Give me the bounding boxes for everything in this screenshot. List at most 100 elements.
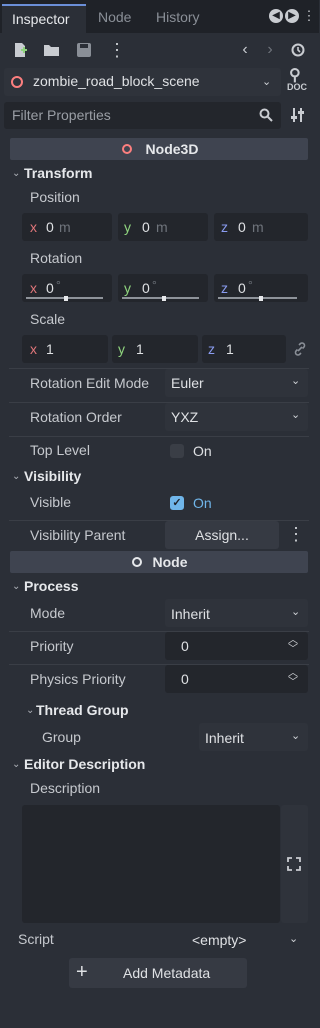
position-z-value: 0 bbox=[238, 219, 246, 235]
chevron-down-icon[interactable]: ⌄ bbox=[262, 75, 271, 88]
expand-icon[interactable] bbox=[287, 857, 301, 871]
axis-z-label: z bbox=[208, 341, 215, 357]
physics-priority-label: Physics Priority bbox=[30, 671, 126, 687]
visible-label: Visible bbox=[30, 494, 71, 510]
script-label: Script bbox=[18, 931, 54, 947]
open-folder-icon[interactable] bbox=[43, 43, 60, 57]
chevron-down-icon[interactable]: ⌄ bbox=[12, 581, 20, 592]
rotation-z-slider[interactable] bbox=[218, 297, 297, 299]
link-icon[interactable] bbox=[292, 341, 308, 357]
rotation-y-slider-knob[interactable] bbox=[162, 296, 166, 301]
axis-x-label: x bbox=[30, 280, 37, 296]
section-editor-description[interactable]: Editor Description bbox=[24, 756, 145, 772]
chevron-down-icon[interactable]: ⌄ bbox=[291, 729, 300, 742]
section-process[interactable]: Process bbox=[24, 578, 78, 594]
scale-z-value: 1 bbox=[226, 341, 234, 357]
thread-group-value: Inherit bbox=[205, 730, 244, 746]
rotation-y-value: 0 bbox=[142, 280, 150, 296]
priority-value: 0 bbox=[181, 638, 189, 654]
rotation-y-unit: ° bbox=[152, 278, 157, 292]
previous-tab-icon[interactable]: ◀ bbox=[269, 9, 283, 23]
axis-y-label: y bbox=[124, 280, 131, 296]
node3d-class-header: Node3D bbox=[10, 138, 308, 160]
next-tab-icon[interactable]: ▶ bbox=[285, 9, 299, 23]
rotation-x-unit: ° bbox=[56, 278, 61, 292]
dock-menu-icon[interactable]: ⋮ bbox=[302, 7, 316, 25]
rotation-x-value: 0 bbox=[46, 280, 54, 296]
row-divider bbox=[9, 436, 309, 437]
forward-icon[interactable]: › bbox=[263, 40, 277, 60]
filter-placeholder: Filter Properties bbox=[12, 107, 111, 123]
rotation-z-slider-knob[interactable] bbox=[259, 296, 263, 301]
visibility-parent-label: Visibility Parent bbox=[30, 527, 126, 543]
top-level-checkbox[interactable] bbox=[170, 444, 184, 458]
more-options-icon[interactable]: ⋮ bbox=[287, 524, 305, 544]
section-transform[interactable]: Transform bbox=[24, 165, 92, 181]
top-level-label: Top Level bbox=[30, 442, 90, 458]
physics-priority-value: 0 bbox=[181, 671, 189, 687]
mode-label: Mode bbox=[30, 605, 66, 621]
axis-z-label: z bbox=[221, 280, 228, 296]
position-y-value: 0 bbox=[142, 219, 150, 235]
position-y-unit: m bbox=[156, 219, 168, 235]
rotation-edit-mode-value: Euler bbox=[171, 375, 204, 391]
visibility-parent-assign-button[interactable]: Assign... bbox=[165, 521, 279, 549]
chevron-down-icon[interactable]: ⌄ bbox=[26, 705, 34, 716]
new-resource-icon[interactable] bbox=[12, 42, 28, 58]
save-icon[interactable] bbox=[76, 42, 92, 58]
spinbox-arrows-icon[interactable]: ︿ ﹀ bbox=[288, 636, 298, 655]
section-thread-group[interactable]: Thread Group bbox=[36, 702, 129, 718]
scene-name: zombie_road_block_scene bbox=[33, 73, 200, 89]
top-level-value: On bbox=[193, 443, 212, 459]
node-class-header: Node bbox=[10, 551, 308, 573]
visible-checkbox[interactable]: ✓ bbox=[170, 496, 184, 510]
tab-inspector[interactable]: Inspector bbox=[2, 4, 86, 33]
chevron-down-icon[interactable]: ⌄ bbox=[291, 374, 300, 387]
plus-icon: + bbox=[76, 961, 88, 983]
scale-label: Scale bbox=[30, 311, 66, 327]
visible-value: On bbox=[193, 495, 212, 511]
tab-history[interactable]: History bbox=[148, 4, 218, 33]
rotation-edit-mode-label: Rotation Edit Mode bbox=[30, 375, 150, 391]
group-label: Group bbox=[42, 729, 81, 745]
rotation-label: Rotation bbox=[30, 250, 83, 266]
chevron-down-icon[interactable]: ⌄ bbox=[12, 168, 20, 179]
history-icon[interactable] bbox=[290, 42, 306, 58]
spinbox-arrows-icon[interactable]: ︿ ﹀ bbox=[288, 669, 298, 688]
rotation-z-value: 0 bbox=[238, 280, 246, 296]
chevron-down-icon[interactable]: ⌄ bbox=[12, 471, 20, 482]
description-textarea[interactable] bbox=[22, 805, 280, 923]
axis-y-label: y bbox=[124, 219, 131, 235]
axis-x-label: x bbox=[30, 341, 37, 357]
node-class-title: Node bbox=[152, 554, 188, 570]
chevron-down-icon[interactable]: ⌄ bbox=[289, 932, 298, 945]
search-icon bbox=[259, 108, 273, 122]
axis-y-label: y bbox=[118, 341, 125, 357]
node3d-class-title: Node3D bbox=[145, 141, 199, 157]
axis-z-label: z bbox=[221, 219, 228, 235]
node-class-icon bbox=[132, 557, 142, 567]
rotation-order-label: Rotation Order bbox=[30, 409, 122, 425]
process-mode-value: Inherit bbox=[171, 606, 210, 622]
position-z-unit: m bbox=[252, 219, 264, 235]
script-value: <empty> bbox=[192, 932, 247, 948]
description-label: Description bbox=[30, 780, 101, 796]
position-x-unit: m bbox=[59, 219, 71, 235]
section-visibility[interactable]: Visibility bbox=[24, 468, 81, 484]
chevron-down-icon[interactable]: ⌄ bbox=[291, 605, 300, 618]
node3d-class-icon bbox=[122, 144, 132, 154]
chevron-down-icon[interactable]: ⌄ bbox=[12, 759, 20, 770]
object-menu-icon[interactable]: ⋮ bbox=[108, 40, 126, 60]
rotation-z-unit: ° bbox=[248, 278, 253, 292]
documentation-icon[interactable]: ⚲ DOC bbox=[286, 68, 308, 94]
axis-x-label: x bbox=[30, 219, 37, 235]
position-x-value: 0 bbox=[46, 219, 54, 235]
chevron-down-icon[interactable]: ⌄ bbox=[291, 408, 300, 421]
scale-x-value: 1 bbox=[46, 341, 54, 357]
rotation-x-slider-knob[interactable] bbox=[64, 296, 68, 301]
tools-icon[interactable] bbox=[290, 107, 306, 123]
tab-node[interactable]: Node bbox=[90, 4, 140, 33]
back-icon[interactable]: ‹ bbox=[238, 40, 252, 60]
add-metadata-label: Add Metadata bbox=[123, 965, 211, 981]
rotation-y-slider[interactable] bbox=[122, 297, 199, 299]
